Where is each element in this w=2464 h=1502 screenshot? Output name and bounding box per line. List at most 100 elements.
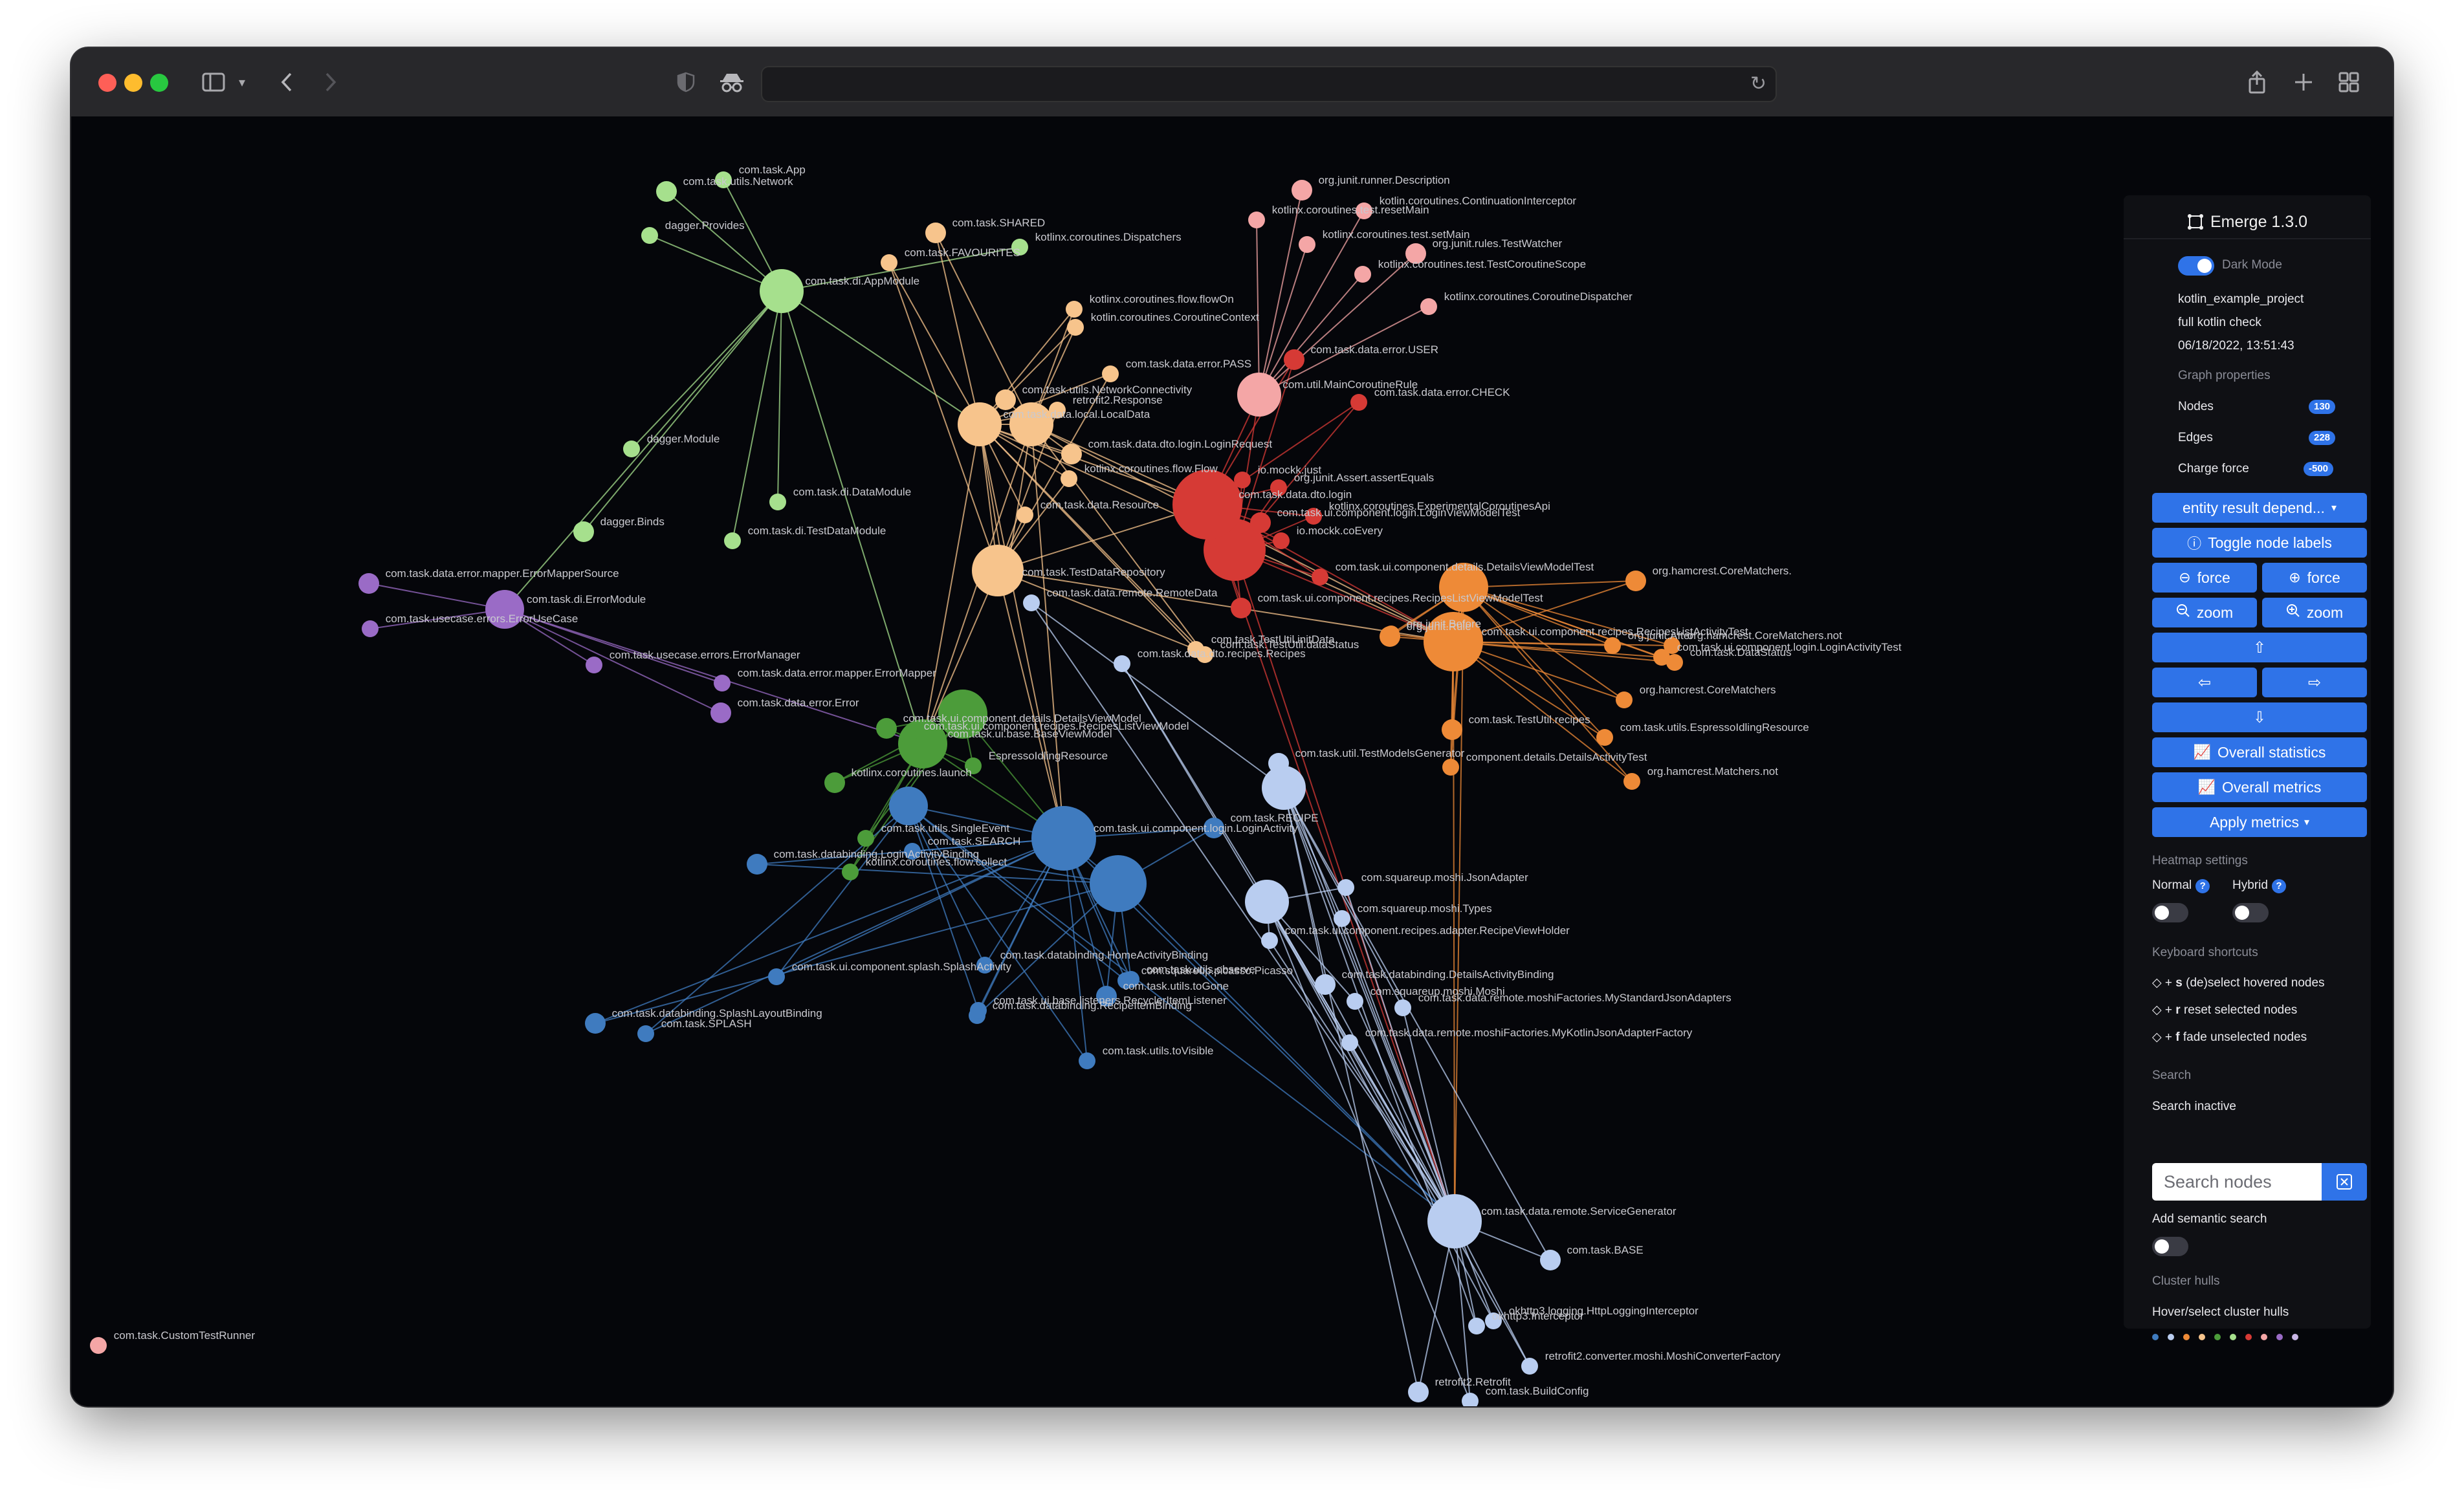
graph-node[interactable] [1031,806,1096,871]
apply-metrics-dropdown[interactable]: Apply metrics ▾ [2152,807,2367,837]
graph-node[interactable] [1245,880,1289,924]
graph-node[interactable] [1623,773,1640,790]
graph-node[interactable] [1596,729,1613,746]
overall-metrics-button[interactable]: 📈 Overall metrics [2152,772,2367,802]
graph-node[interactable] [1442,719,1462,740]
graph-node[interactable] [876,718,897,739]
graph-node[interactable] [889,787,928,825]
cluster-hull-swatch[interactable] [2230,1334,2236,1340]
clear-search-button[interactable] [2322,1163,2367,1201]
graph-node[interactable] [1061,444,1082,464]
graph-node[interactable] [586,657,602,673]
graph-node[interactable] [995,572,1016,593]
graph-node[interactable] [1250,512,1271,533]
cluster-hull-swatch[interactable] [2152,1334,2159,1340]
heatmap-normal-toggle[interactable] [2152,903,2188,922]
graph-node[interactable] [573,521,594,542]
graph-node[interactable] [1268,753,1289,774]
pan-right-button[interactable]: ⇨ [2262,668,2367,697]
zoom-in-button[interactable]: zoom [2262,598,2367,627]
graph-node[interactable] [1023,594,1040,611]
graph-node[interactable] [881,254,897,271]
zoom-out-button[interactable]: zoom [2152,598,2257,627]
graph-node[interactable] [656,181,677,202]
graph-node[interactable] [585,1013,606,1034]
sidebar-toggle-icon[interactable] [198,67,229,97]
chevron-down-icon[interactable]: ▾ [234,67,250,97]
reload-icon[interactable]: ↻ [1750,72,1766,95]
graph-node[interactable] [90,1337,107,1354]
pan-left-button[interactable]: ⇦ [2152,668,2257,697]
incognito-icon[interactable] [717,67,747,97]
graph-node[interactable] [1442,759,1459,776]
graph-node[interactable] [724,532,741,549]
graph-node[interactable] [900,728,917,745]
graph-node[interactable] [925,223,946,243]
graph-node[interactable] [1114,655,1130,672]
graph-node[interactable] [1067,319,1084,336]
cluster-hull-swatch[interactable] [2183,1334,2190,1340]
help-icon[interactable]: ? [2271,879,2286,893]
graph-node[interactable] [768,968,785,985]
graph-node[interactable] [1408,1382,1429,1402]
graph-node[interactable] [1521,1358,1538,1375]
graph-node[interactable] [842,864,859,880]
increase-force-button[interactable]: ⊕ force [2262,563,2367,593]
dependency-graph[interactable]: com.task.di.AppModule com.task.utils.Netw… [71,116,2393,1406]
graph-node[interactable] [1061,470,1077,487]
graph-node[interactable] [1625,571,1646,591]
cluster-hull-swatch[interactable] [2276,1334,2283,1340]
graph-node[interactable] [1380,626,1400,647]
graph-node[interactable] [824,772,845,793]
close-window-button[interactable] [98,74,116,92]
graph-canvas[interactable]: com.task.di.AppModule com.task.utils.Netw… [71,116,2393,1406]
graph-node[interactable] [1231,598,1251,618]
graph-node[interactable] [358,573,379,594]
graph-node[interactable] [1237,373,1281,417]
heatmap-hybrid-toggle[interactable] [2232,903,2269,922]
graph-node[interactable] [1248,212,1265,228]
graph-node[interactable] [1261,932,1278,949]
cluster-hull-swatches[interactable] [2152,1334,2298,1340]
graph-node[interactable] [769,494,786,510]
address-bar[interactable]: ↻ [761,66,1777,102]
help-icon[interactable]: ? [2195,879,2210,893]
graph-node[interactable] [747,854,767,875]
graph-node[interactable] [970,1002,987,1019]
search-nodes-input[interactable]: Search nodes [2152,1163,2322,1201]
graph-node[interactable] [641,227,658,244]
graph-node[interactable] [1666,654,1683,671]
graph-node[interactable] [1262,766,1306,810]
graph-node[interactable] [1017,506,1033,523]
graph-node[interactable] [1604,637,1621,654]
new-tab-icon[interactable] [2291,67,2316,97]
graph-node[interactable] [1299,236,1315,253]
graph-node[interactable] [857,830,874,847]
zoom-window-button[interactable] [150,74,168,92]
graph-node[interactable] [1066,301,1083,318]
graph-node[interactable] [958,402,1002,446]
back-icon[interactable] [276,67,298,97]
pan-up-button[interactable]: ⇧ [2152,633,2367,662]
graph-node[interactable] [1347,993,1363,1010]
graph-type-select[interactable]: entity result depend... ▾ [2152,493,2367,523]
graph-node[interactable] [623,441,640,457]
graph-node[interactable] [1354,266,1371,283]
graph-node[interactable] [1462,1393,1479,1406]
semantic-search-toggle[interactable] [2152,1237,2188,1256]
minimize-window-button[interactable] [124,74,142,92]
graph-node[interactable] [1468,1318,1485,1334]
tab-overview-icon[interactable] [2336,67,2362,97]
graph-node[interactable] [1394,999,1411,1016]
graph-node[interactable] [760,269,804,313]
graph-node[interactable] [1315,974,1336,995]
graph-node[interactable] [1337,879,1354,896]
graph-node[interactable] [1090,855,1147,912]
cluster-hull-swatch[interactable] [2245,1334,2252,1340]
forward-icon[interactable] [320,67,342,97]
graph-node[interactable] [1350,394,1367,411]
cluster-hull-swatch[interactable] [2292,1334,2298,1340]
graph-node[interactable] [637,1025,654,1042]
graph-node[interactable] [1172,470,1242,539]
cluster-hull-swatch[interactable] [2168,1334,2174,1340]
